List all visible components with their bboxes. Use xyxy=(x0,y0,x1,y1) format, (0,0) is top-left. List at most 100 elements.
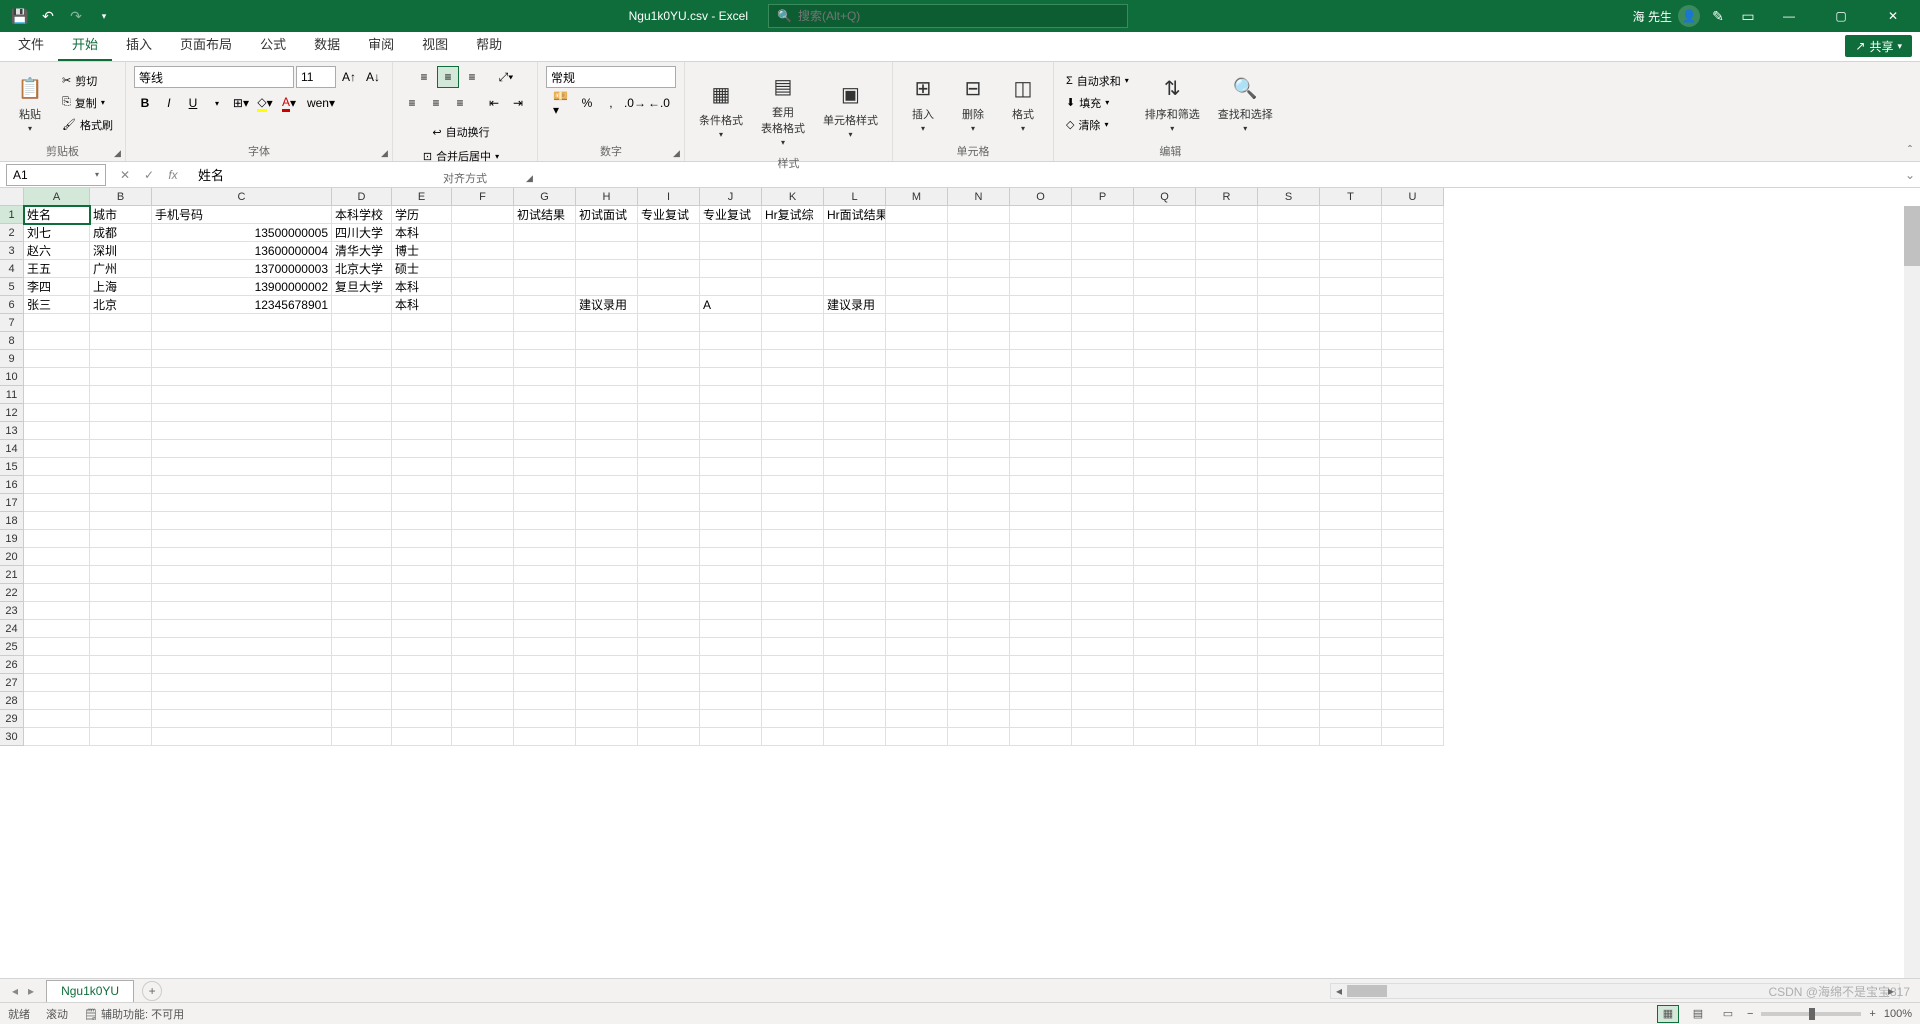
cell[interactable] xyxy=(1382,242,1444,260)
cell[interactable] xyxy=(1134,476,1196,494)
cell[interactable] xyxy=(886,278,948,296)
cell[interactable] xyxy=(514,440,576,458)
cell[interactable] xyxy=(762,350,824,368)
cell[interactable] xyxy=(1134,656,1196,674)
cell[interactable] xyxy=(392,710,452,728)
cell[interactable] xyxy=(948,656,1010,674)
cell[interactable] xyxy=(1196,728,1258,746)
decrease-decimal-button[interactable]: ←.0 xyxy=(648,92,670,114)
cell[interactable] xyxy=(1196,206,1258,224)
cell[interactable] xyxy=(452,206,514,224)
cell[interactable] xyxy=(1010,440,1072,458)
cell[interactable] xyxy=(1010,710,1072,728)
cell[interactable] xyxy=(332,476,392,494)
cell[interactable] xyxy=(1258,584,1320,602)
cell[interactable] xyxy=(452,656,514,674)
cell[interactable] xyxy=(1320,242,1382,260)
cell[interactable] xyxy=(1382,638,1444,656)
cell[interactable] xyxy=(24,674,90,692)
cell[interactable] xyxy=(452,512,514,530)
column-header[interactable]: U xyxy=(1382,188,1444,206)
cell[interactable]: 硕士 xyxy=(392,260,452,278)
collapse-ribbon-icon[interactable]: ˆ xyxy=(1908,143,1912,157)
cell[interactable] xyxy=(1072,296,1134,314)
cell[interactable] xyxy=(452,224,514,242)
cell[interactable] xyxy=(1258,440,1320,458)
enter-formula-button[interactable]: ✓ xyxy=(138,164,160,186)
cell[interactable] xyxy=(152,458,332,476)
cell[interactable] xyxy=(24,512,90,530)
cell[interactable] xyxy=(824,260,886,278)
row-header[interactable]: 10 xyxy=(0,368,24,386)
cell[interactable] xyxy=(1134,458,1196,476)
insert-function-button[interactable]: fx xyxy=(162,164,184,186)
cell[interactable] xyxy=(762,728,824,746)
cell[interactable] xyxy=(90,422,152,440)
cell[interactable] xyxy=(1134,548,1196,566)
tab-帮助[interactable]: 帮助 xyxy=(462,28,516,61)
cell[interactable] xyxy=(1010,584,1072,602)
column-header[interactable]: C xyxy=(152,188,332,206)
cell[interactable] xyxy=(1134,674,1196,692)
cell[interactable] xyxy=(452,440,514,458)
cell[interactable] xyxy=(452,584,514,602)
cell[interactable] xyxy=(152,638,332,656)
cell[interactable] xyxy=(514,350,576,368)
cell[interactable] xyxy=(886,620,948,638)
cell[interactable] xyxy=(700,548,762,566)
cell[interactable] xyxy=(886,638,948,656)
cell[interactable] xyxy=(1258,710,1320,728)
cell[interactable] xyxy=(700,638,762,656)
cell[interactable] xyxy=(392,404,452,422)
cell[interactable] xyxy=(948,332,1010,350)
cell[interactable] xyxy=(1196,332,1258,350)
cell[interactable] xyxy=(452,404,514,422)
cell[interactable] xyxy=(948,548,1010,566)
cell[interactable] xyxy=(1010,692,1072,710)
cell[interactable] xyxy=(824,602,886,620)
cell[interactable] xyxy=(638,242,700,260)
cell[interactable] xyxy=(152,692,332,710)
cell[interactable] xyxy=(948,476,1010,494)
cell[interactable] xyxy=(762,692,824,710)
cell[interactable] xyxy=(452,674,514,692)
cell[interactable] xyxy=(1072,494,1134,512)
cell[interactable] xyxy=(762,656,824,674)
cell[interactable] xyxy=(392,350,452,368)
cell[interactable] xyxy=(824,314,886,332)
cell[interactable] xyxy=(1196,422,1258,440)
cell[interactable] xyxy=(762,512,824,530)
dialog-launcher-icon[interactable]: ◢ xyxy=(526,173,533,184)
cell[interactable] xyxy=(948,620,1010,638)
column-header[interactable]: B xyxy=(90,188,152,206)
row-header[interactable]: 13 xyxy=(0,422,24,440)
cell[interactable] xyxy=(700,728,762,746)
cell[interactable] xyxy=(24,620,90,638)
cell[interactable] xyxy=(824,404,886,422)
align-right-button[interactable]: ≡ xyxy=(449,92,471,114)
cell[interactable]: 本科 xyxy=(392,296,452,314)
cell[interactable] xyxy=(392,656,452,674)
cell[interactable] xyxy=(1134,278,1196,296)
cell[interactable] xyxy=(576,278,638,296)
cell[interactable] xyxy=(700,260,762,278)
cell[interactable] xyxy=(1196,620,1258,638)
cell[interactable] xyxy=(1320,206,1382,224)
cell[interactable] xyxy=(1134,512,1196,530)
cell[interactable] xyxy=(700,584,762,602)
font-size-select[interactable] xyxy=(296,66,336,88)
cell[interactable] xyxy=(762,242,824,260)
cell[interactable] xyxy=(332,656,392,674)
tab-数据[interactable]: 数据 xyxy=(300,28,354,61)
row-header[interactable]: 2 xyxy=(0,224,24,242)
cell[interactable] xyxy=(1258,530,1320,548)
cell[interactable] xyxy=(1382,278,1444,296)
cell[interactable] xyxy=(886,494,948,512)
cell[interactable] xyxy=(1320,494,1382,512)
cell[interactable] xyxy=(1072,368,1134,386)
row-header[interactable]: 22 xyxy=(0,584,24,602)
cell[interactable] xyxy=(1382,422,1444,440)
column-header[interactable]: K xyxy=(762,188,824,206)
cell[interactable]: 13700000003 xyxy=(152,260,332,278)
cell[interactable] xyxy=(1320,440,1382,458)
